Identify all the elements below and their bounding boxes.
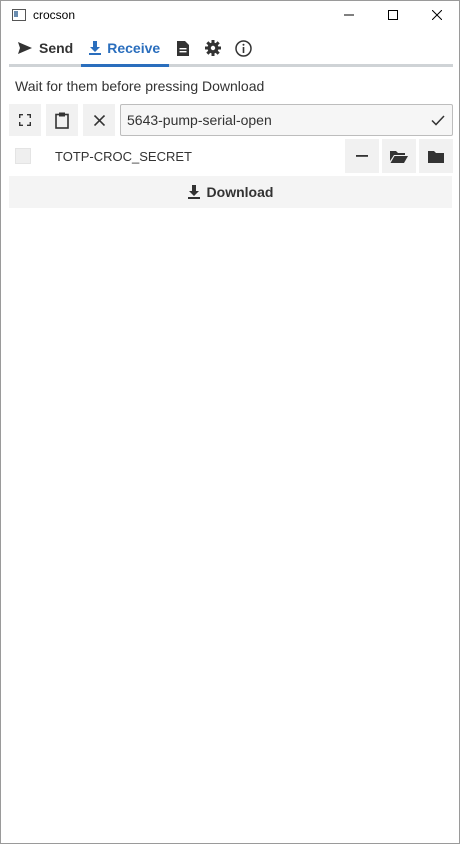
info-icon: [234, 39, 252, 57]
choose-folder-button[interactable]: [419, 139, 453, 173]
tab-receive-label: Receive: [107, 40, 161, 56]
confirm-code-button[interactable]: [424, 114, 452, 126]
clear-code-button[interactable]: [83, 104, 115, 136]
scan-icon: [19, 114, 31, 126]
open-folder-button[interactable]: [382, 139, 416, 173]
minimize-icon: [344, 14, 354, 16]
clipboard-icon: [55, 112, 69, 129]
folder-icon: [428, 150, 444, 163]
checkmark-icon: [431, 114, 445, 126]
close-window-button[interactable]: [415, 1, 459, 29]
remove-file-button[interactable]: [345, 139, 379, 173]
file-row: TOTP-CROC_SECRET: [1, 136, 459, 173]
gear-icon: [205, 40, 222, 56]
document-icon: [177, 40, 190, 56]
tab-underline-track: [9, 64, 453, 67]
download-button[interactable]: Download: [9, 176, 452, 208]
minus-icon: [356, 155, 368, 157]
code-row: [1, 100, 459, 136]
tab-bar: Send Receive: [1, 29, 459, 67]
tab-receive[interactable]: Receive: [81, 30, 168, 66]
code-field: [120, 104, 453, 136]
scan-qr-button[interactable]: [9, 104, 41, 136]
code-input[interactable]: [121, 111, 424, 129]
status-hint: Wait for them before pressing Download: [15, 78, 265, 94]
app-window: crocson Send Receive Wait for them befor…: [0, 0, 460, 844]
window-title: crocson: [33, 8, 76, 22]
app-window-icon: [12, 9, 26, 21]
tab-send[interactable]: Send: [9, 30, 81, 66]
maximize-icon: [388, 10, 398, 20]
active-tab-indicator: [81, 64, 169, 67]
folder-open-icon: [390, 150, 408, 163]
download-icon: [89, 41, 102, 55]
maximize-button[interactable]: [371, 1, 415, 29]
download-icon: [187, 185, 200, 199]
file-checkbox[interactable]: [15, 148, 31, 164]
paste-button[interactable]: [46, 104, 78, 136]
tab-history[interactable]: [168, 30, 198, 66]
clear-icon: [93, 114, 105, 126]
tab-send-label: Send: [39, 40, 74, 56]
download-label: Download: [206, 184, 274, 200]
file-label: TOTP-CROC_SECRET: [55, 148, 192, 164]
title-bar: crocson: [1, 1, 459, 29]
close-icon: [432, 10, 442, 20]
minimize-button[interactable]: [327, 1, 371, 29]
send-icon: [18, 42, 32, 54]
tab-about[interactable]: [228, 30, 258, 66]
tab-settings[interactable]: [198, 30, 228, 66]
